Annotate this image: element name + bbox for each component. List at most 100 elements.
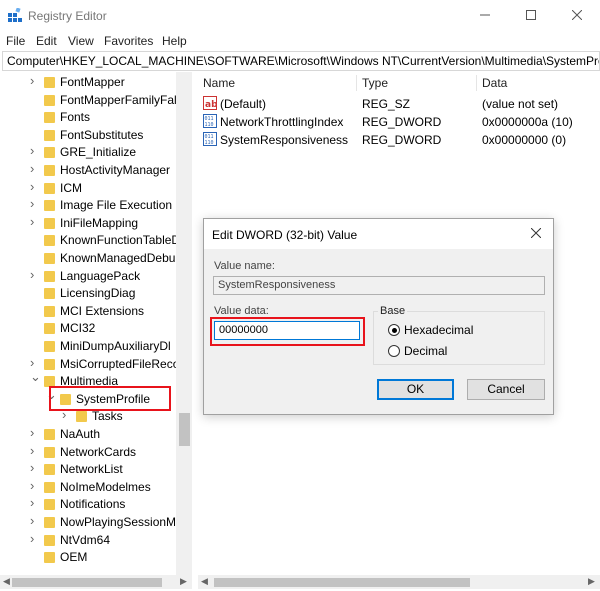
tree-item[interactable]: FontMapperFamilyFall xyxy=(0,92,179,110)
chevron-down-icon[interactable]: ⌄ xyxy=(30,369,41,384)
tree-item[interactable]: › NetworkList xyxy=(0,460,176,479)
folder-icon xyxy=(44,235,55,247)
menu-favorites[interactable]: Favorites xyxy=(104,34,153,48)
tree-item[interactable]: › NaAuth xyxy=(0,425,176,444)
folder-icon xyxy=(44,77,55,88)
scroll-thumb[interactable] xyxy=(12,578,162,587)
scroll-thumb[interactable] xyxy=(179,413,190,446)
tree-item-label: NetworkList xyxy=(60,462,123,477)
minimize-button[interactable] xyxy=(462,0,508,30)
tree-item[interactable]: KnownManagedDebu xyxy=(0,250,176,268)
folder-icon xyxy=(44,552,55,564)
dialog-close-button[interactable] xyxy=(527,225,545,243)
tree-item-label: Notifications xyxy=(60,497,126,512)
tree-item[interactable]: › GRE_Initialize xyxy=(0,143,176,162)
value-row-networkthrottlingindex[interactable]: 011 110 NetworkThrottlingIndex REG_DWORD… xyxy=(198,112,600,130)
key-tree: › FontMapper FontMapperFamilyFall Fonts Font… xyxy=(0,72,192,577)
tree-item-label: FontMapper xyxy=(60,75,125,89)
tree-item[interactable]: › Image File Execution ( xyxy=(0,196,179,215)
chevron-right-icon[interactable]: › xyxy=(30,161,40,176)
chevron-right-icon[interactable]: › xyxy=(30,495,40,510)
tree-item[interactable]: MCI Extensions xyxy=(0,303,176,321)
chevron-right-icon[interactable]: › xyxy=(30,214,40,229)
tree-item[interactable]: KnownFunctionTableD xyxy=(0,232,180,250)
column-divider[interactable] xyxy=(356,75,357,91)
tree-item[interactable]: MiniDumpAuxiliaryDl xyxy=(0,338,176,356)
scroll-thumb[interactable] xyxy=(214,578,470,587)
tree-item[interactable]: › LanguagePack xyxy=(0,267,176,286)
scroll-right-icon[interactable]: ▶ xyxy=(180,576,187,587)
tree-item[interactable]: › MsiCorruptedFileReco xyxy=(0,355,179,374)
menu-help[interactable]: Help xyxy=(162,34,187,48)
tree-item[interactable]: LicensingDiag xyxy=(0,285,176,303)
chevron-right-icon[interactable]: › xyxy=(30,196,40,211)
hexadecimal-radio[interactable] xyxy=(388,324,400,336)
chevron-right-icon[interactable]: › xyxy=(30,443,40,458)
folder-icon xyxy=(44,499,55,511)
chevron-right-icon[interactable]: › xyxy=(30,425,40,440)
chevron-right-icon[interactable]: › xyxy=(30,531,40,546)
scroll-left-icon[interactable]: ◀ xyxy=(201,576,208,587)
column-divider[interactable] xyxy=(476,75,477,91)
ok-button[interactable]: OK xyxy=(377,379,454,400)
menu-bar: File Edit View Favorites Help xyxy=(0,31,600,50)
folder-icon xyxy=(44,200,55,212)
value-row-systemresponsiveness[interactable]: 011 110 SystemResponsiveness REG_DWORD 0… xyxy=(198,130,600,148)
tree-item[interactable]: OEM xyxy=(0,549,176,567)
tree-item[interactable]: › IniFileMapping xyxy=(0,214,176,233)
tree-item[interactable]: › NoImeModelmes xyxy=(0,478,176,497)
string-value-icon: ab xyxy=(203,96,217,110)
chevron-right-icon[interactable]: › xyxy=(30,179,40,194)
tree-vertical-scrollbar[interactable] xyxy=(176,72,192,577)
cancel-button[interactable]: Cancel xyxy=(467,379,545,400)
address-bar[interactable]: Computer\HKEY_LOCAL_MACHINE\SOFTWARE\Mic… xyxy=(2,51,600,71)
tree-item[interactable]: Fonts xyxy=(0,109,176,127)
tree-item[interactable]: › NowPlayingSessionM xyxy=(0,513,176,532)
list-horizontal-scrollbar[interactable]: ◀ ▶ xyxy=(198,575,600,589)
menu-view[interactable]: View xyxy=(68,34,94,48)
tree-item[interactable]: › HostActivityManager xyxy=(0,161,176,180)
no-expander xyxy=(30,94,40,106)
tree-item[interactable]: › NtVdm64 xyxy=(0,531,176,550)
tree-item[interactable]: › FontMapper xyxy=(0,73,176,92)
column-header-type[interactable]: Type xyxy=(362,76,388,90)
chevron-right-icon[interactable]: › xyxy=(30,355,40,370)
tree-item[interactable]: MCI32 xyxy=(0,320,176,338)
base-label: Base xyxy=(378,305,408,317)
chevron-right-icon[interactable]: › xyxy=(30,143,40,158)
chevron-right-icon[interactable]: › xyxy=(30,513,40,528)
maximize-button[interactable] xyxy=(508,0,554,30)
tree-item-label: ICM xyxy=(60,180,82,195)
tree-item[interactable]: › ICM xyxy=(0,179,176,198)
chevron-right-icon[interactable]: › xyxy=(30,478,40,493)
tree-item-label: OEM xyxy=(60,550,88,565)
tree-item[interactable]: › NetworkCards xyxy=(0,443,176,462)
chevron-right-icon[interactable]: › xyxy=(30,460,40,475)
folder-icon xyxy=(44,129,55,141)
maximize-icon xyxy=(526,10,536,20)
chevron-right-icon[interactable]: › xyxy=(30,73,40,88)
chevron-right-icon[interactable]: › xyxy=(30,267,40,282)
value-type: REG_DWORD xyxy=(362,115,442,129)
tree-item[interactable]: › Notifications xyxy=(0,495,176,514)
value-row-default[interactable]: ab (Default) REG_SZ (value not set) xyxy=(198,94,600,112)
menu-edit[interactable]: Edit xyxy=(36,34,57,48)
decimal-radio[interactable] xyxy=(388,345,400,357)
tree-item[interactable]: FontSubstitutes xyxy=(0,127,176,145)
menu-file[interactable]: File xyxy=(6,34,25,48)
tree-horizontal-scrollbar[interactable]: ◀ ▶ xyxy=(0,575,192,589)
column-header-name[interactable]: Name xyxy=(203,76,235,90)
tree-item-label: NtVdm64 xyxy=(60,532,111,547)
folder-icon xyxy=(44,305,55,317)
column-header-data[interactable]: Data xyxy=(482,76,507,90)
scroll-left-icon[interactable]: ◀ xyxy=(3,576,10,587)
no-expander xyxy=(30,551,40,563)
close-window-button[interactable] xyxy=(554,0,600,30)
decimal-label[interactable]: Decimal xyxy=(404,344,447,358)
folder-icon xyxy=(44,534,55,546)
value-data: 0x00000000 (0) xyxy=(482,133,567,147)
scroll-right-icon[interactable]: ▶ xyxy=(588,576,595,587)
hexadecimal-label[interactable]: Hexadecimal xyxy=(404,323,473,337)
tree-item[interactable]: › Tasks xyxy=(0,407,176,426)
tree-item-label: IniFileMapping xyxy=(60,215,139,230)
